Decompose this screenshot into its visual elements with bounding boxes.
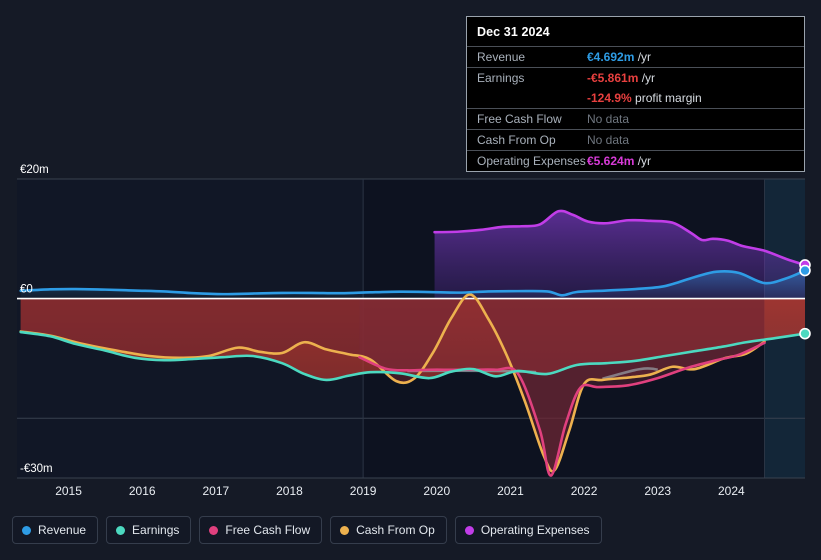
tooltip-row-label: Cash From Op <box>477 133 556 147</box>
legend-color-dot <box>116 525 126 535</box>
x-axis-label-2019: 2019 <box>350 484 377 498</box>
tooltip-row-label: Operating Expenses <box>477 154 586 168</box>
legend-label: Earnings <box>132 523 180 537</box>
tooltip-row-value: No data <box>587 133 630 147</box>
legend-color-dot <box>340 525 350 535</box>
tooltip-row: Free Cash Flow No data <box>467 108 804 129</box>
x-axis-label-2024: 2024 <box>718 484 745 498</box>
x-axis-label-2018: 2018 <box>276 484 303 498</box>
x-axis-label-2017: 2017 <box>202 484 229 498</box>
legend-label: Free Cash Flow <box>225 523 311 537</box>
legend-label: Cash From Op <box>356 523 435 537</box>
legend-item-free-cash-flow[interactable]: Free Cash Flow <box>199 516 323 544</box>
tooltip-row: -124.9% profit margin <box>467 88 804 108</box>
data-tooltip: Dec 31 2024 Revenue €4.692m /yr Earnings -€… <box>466 16 805 172</box>
tooltip-row-value: €5.624m /yr <box>587 154 652 168</box>
tooltip-row-label: Revenue <box>477 50 526 64</box>
tooltip-row-label: Earnings <box>477 71 525 85</box>
tooltip-row: Cash From Op No data <box>467 129 804 150</box>
legend-item-operating-expenses[interactable]: Operating Expenses <box>454 516 602 544</box>
legend-color-dot <box>22 525 31 535</box>
tooltip-date: Dec 31 2024 <box>477 25 550 39</box>
tooltip-row-value: No data <box>587 112 630 126</box>
tooltip-row-value: -124.9% profit margin <box>587 91 702 105</box>
y-axis-label-1: €0 <box>20 284 33 296</box>
financial-chart-screen: €20m €0 -€30m 2015 2016 2017 2018 2019 2020 2021 2… <box>0 0 821 560</box>
x-axis-label-2022: 2022 <box>571 484 598 498</box>
legend-label: Operating Expenses <box>480 523 590 537</box>
x-axis-label-2021: 2021 <box>497 484 524 498</box>
tooltip-rows: Revenue €4.692m /yr Earnings -€5.861m /yr -1… <box>467 46 804 171</box>
x-axis-label-2023: 2023 <box>644 484 671 498</box>
x-axis-label-2015: 2015 <box>55 484 82 498</box>
y-axis-label-0: €20m <box>20 164 49 176</box>
x-axis-label-2016: 2016 <box>129 484 156 498</box>
legend-color-dot <box>464 525 474 535</box>
x-axis-label-2020: 2020 <box>423 484 450 498</box>
tooltip-row-value: -€5.861m /yr <box>587 71 656 85</box>
chart-legend[interactable]: Revenue Earnings Free Cash Flow Cash From O… <box>12 516 602 544</box>
tooltip-row: Earnings -€5.861m /yr <box>467 67 804 88</box>
y-axis-label-2: -€30m <box>20 463 53 475</box>
datapoint-marker-earnings[interactable] <box>799 327 811 340</box>
legend-item-cash-from-op[interactable]: Cash From Op <box>330 516 447 544</box>
datapoint-marker-revenue[interactable] <box>799 264 811 277</box>
legend-color-dot <box>209 525 219 535</box>
tooltip-row: Operating Expenses €5.624m /yr <box>467 150 804 171</box>
legend-item-earnings[interactable]: Earnings <box>106 516 192 544</box>
tooltip-row-label: Free Cash Flow <box>477 112 562 126</box>
tooltip-row-value: €4.692m /yr <box>587 50 652 64</box>
tooltip-row: Revenue €4.692m /yr <box>467 46 804 67</box>
legend-item-revenue[interactable]: Revenue <box>12 516 99 544</box>
legend-label: Revenue <box>38 523 87 537</box>
